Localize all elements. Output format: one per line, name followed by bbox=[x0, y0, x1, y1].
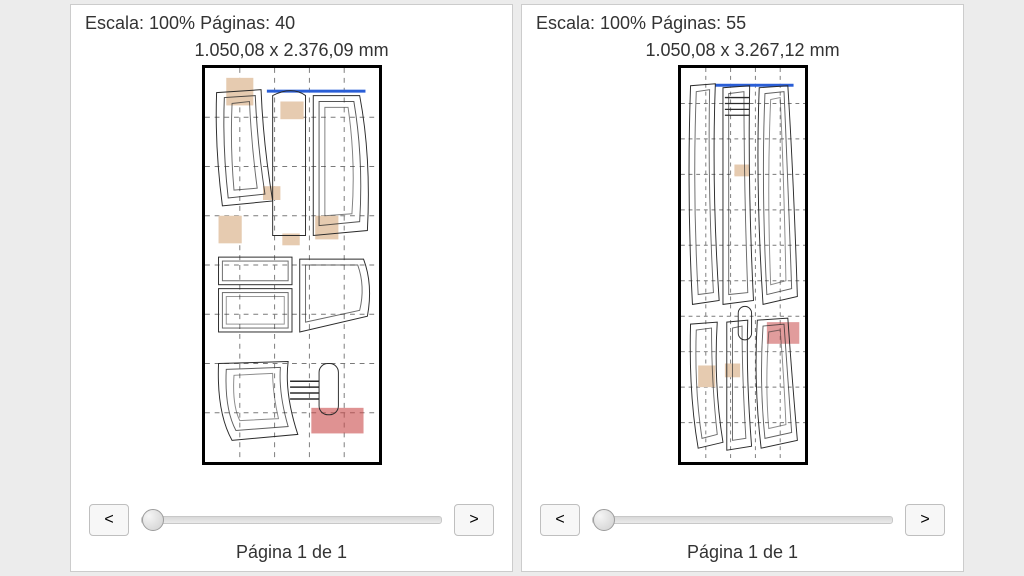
page-number-label: Página 1 de 1 bbox=[83, 540, 500, 563]
canvas-wrap bbox=[83, 65, 500, 494]
next-page-button[interactable]: > bbox=[454, 504, 494, 536]
pattern-canvas-left[interactable] bbox=[202, 65, 382, 465]
page-slider[interactable] bbox=[592, 516, 893, 524]
preview-panel-right: Escala: 100% Páginas: 55 1.050,08 x 3.26… bbox=[521, 4, 964, 572]
preview-panel-left: Escala: 100% Páginas: 40 1.050,08 x 2.37… bbox=[70, 4, 513, 572]
scale-pages-label: Escala: 100% Páginas: 55 bbox=[534, 11, 951, 40]
dimensions-label: 1.050,08 x 3.267,12 mm bbox=[534, 40, 951, 65]
prev-page-button[interactable]: < bbox=[89, 504, 129, 536]
pattern-canvas-right[interactable] bbox=[678, 65, 808, 465]
nav-row: < > bbox=[534, 494, 951, 540]
nav-row: < > bbox=[83, 494, 500, 540]
dimensions-label: 1.050,08 x 2.376,09 mm bbox=[83, 40, 500, 65]
workspace: Escala: 100% Páginas: 40 1.050,08 x 2.37… bbox=[0, 0, 1024, 576]
canvas-wrap bbox=[534, 65, 951, 494]
page-number-label: Página 1 de 1 bbox=[534, 540, 951, 563]
prev-page-button[interactable]: < bbox=[540, 504, 580, 536]
page-slider[interactable] bbox=[141, 516, 442, 524]
scale-pages-label: Escala: 100% Páginas: 40 bbox=[83, 11, 500, 40]
next-page-button[interactable]: > bbox=[905, 504, 945, 536]
